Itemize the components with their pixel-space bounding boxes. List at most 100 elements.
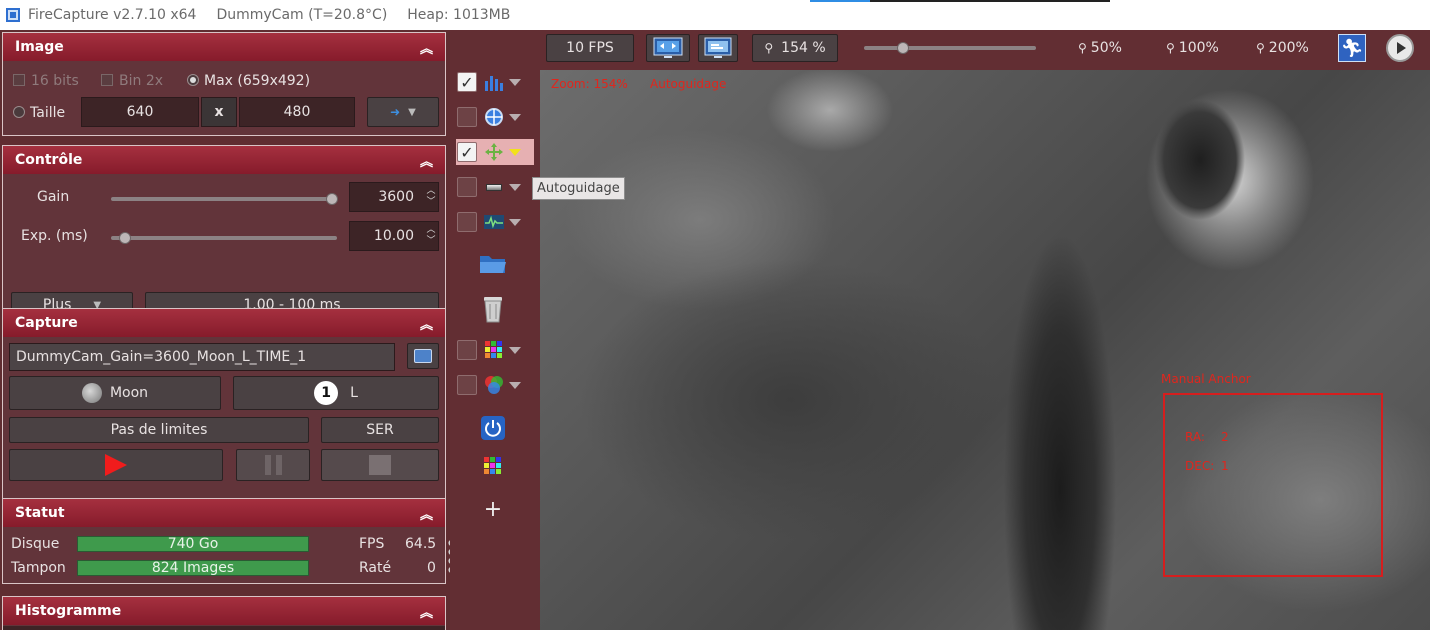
option-bin2x[interactable]: Bin 2x [101, 73, 163, 89]
chevron-down-icon[interactable] [509, 218, 521, 226]
zoom-slider[interactable] [864, 46, 1036, 50]
object-button[interactable]: Moon [9, 376, 221, 410]
title-bar: FireCapture v2.7.10 x64 DummyCam (T=20.8… [0, 0, 1430, 30]
tool-histogram[interactable]: ✓ [456, 69, 534, 95]
collapse-icon[interactable]: ︽ [420, 504, 433, 523]
exposure-slider-handle[interactable] [118, 232, 131, 244]
anchor-box[interactable]: RA: 2 DEC: 1 [1163, 393, 1383, 577]
fps-button[interactable]: 10 FPS [546, 34, 634, 62]
missed-value: 0 [427, 560, 436, 576]
stop-icon [369, 455, 391, 475]
filter-button[interactable]: 1 L [233, 376, 439, 410]
width-field[interactable]: 640 [81, 97, 199, 127]
tool-target[interactable] [456, 104, 534, 130]
magnifier-icon: ⚲ [1078, 41, 1087, 55]
tool-colorgrid-checkbox[interactable] [457, 340, 477, 360]
plus-icon[interactable]: + [478, 494, 508, 524]
format-button[interactable]: SER [321, 417, 439, 443]
tool-darkframe[interactable] [456, 174, 534, 200]
gain-slider-handle[interactable] [326, 193, 339, 205]
monitor-settings-button[interactable] [698, 34, 738, 62]
camera-settings-button[interactable] [407, 343, 439, 369]
fit-screen-button[interactable] [646, 34, 690, 62]
collapse-icon[interactable]: ︽ [420, 314, 433, 333]
limits-button[interactable]: Pas de limites [9, 417, 309, 443]
histogram-panel-header[interactable]: Histogramme ︽ [3, 597, 445, 625]
buffer-progress: 824 Images [77, 560, 309, 576]
tool-autoguide[interactable]: ✓ [456, 139, 534, 165]
height-field[interactable]: 480 [239, 97, 355, 127]
checkbox-icon[interactable] [13, 74, 25, 86]
chevron-down-icon[interactable] [509, 346, 521, 354]
image-panel-header[interactable]: Image ︽ [3, 33, 445, 61]
tool-autoguide-checkbox[interactable]: ✓ [457, 142, 477, 162]
tool-rgb[interactable] [456, 372, 534, 398]
chevron-down-icon[interactable] [509, 183, 521, 191]
collapse-icon[interactable]: ︽ [420, 602, 433, 621]
radio-icon[interactable] [187, 74, 199, 86]
app-title: FireCapture v2.7.10 x64 [28, 7, 197, 23]
spinner-arrows-icon[interactable]: ︿ ﹀ [424, 222, 438, 250]
stopwatch-play-icon[interactable] [1386, 34, 1414, 62]
histogram-panel-title: Histogramme [15, 603, 122, 619]
checkbox-icon[interactable] [101, 74, 113, 86]
capture-panel-title: Capture [15, 315, 78, 331]
monitor-fit-icon [653, 37, 683, 58]
play-icon [105, 454, 127, 476]
controle-panel-header[interactable]: Contrôle ︽ [3, 146, 445, 174]
tool-darkframe-checkbox[interactable] [457, 177, 477, 197]
tool-colorgrid[interactable] [456, 337, 534, 363]
stop-button[interactable] [321, 449, 439, 481]
start-capture-button[interactable] [9, 449, 223, 481]
option-taille[interactable]: Taille [13, 105, 65, 121]
apply-size-button[interactable]: ➜ ▼ [367, 97, 439, 127]
power-icon[interactable] [478, 413, 508, 443]
tool-target-checkbox[interactable] [457, 107, 477, 127]
chevron-down-icon[interactable] [509, 148, 521, 156]
camera-icon [414, 349, 432, 363]
missed-label: Raté [359, 560, 392, 576]
radio-icon[interactable] [13, 106, 25, 118]
heap-info: Heap: 1013MB [407, 7, 511, 23]
color-grid-small-icon[interactable] [478, 451, 508, 481]
fps-value: 64.5 [405, 536, 437, 552]
option-16bits[interactable]: 16 bits [13, 73, 79, 89]
zoom-slider-handle[interactable] [897, 42, 909, 54]
exposure-value: 10.00 [373, 228, 414, 244]
pause-button[interactable] [236, 449, 310, 481]
spinner-arrows-icon[interactable]: ︿ ﹀ [424, 183, 438, 211]
dec-value: 1 [1221, 459, 1229, 473]
statut-panel-header[interactable]: Statut ︽ [3, 499, 445, 527]
zoom-100-button[interactable]: ⚲ 100% [1166, 40, 1219, 56]
chevron-down-icon[interactable] [509, 113, 521, 121]
zoom-200-button[interactable]: ⚲ 200% [1256, 40, 1309, 56]
chevron-down-icon[interactable] [509, 78, 521, 86]
zoom-info: Zoom: 154% [551, 77, 628, 91]
gain-slider[interactable] [111, 197, 337, 201]
image-viewer[interactable]: Zoom: 154% Autoguidage Manual Anchor RA:… [540, 70, 1430, 630]
filename-field[interactable]: DummyCam_Gain=3600_Moon_L_TIME_1 [9, 343, 395, 371]
folder-icon[interactable] [478, 248, 508, 278]
top-toolbar: 10 FPS ⚲ 154 % ⚲ 50% ⚲ 100% ⚲ 200% 🏃︎ [540, 30, 1430, 70]
tool-rgb-checkbox[interactable] [457, 375, 477, 395]
collapse-icon[interactable]: ︽ [420, 151, 433, 170]
window-accent-bar [810, 0, 870, 2]
tool-histogram-checkbox[interactable]: ✓ [457, 72, 477, 92]
chevron-down-icon[interactable] [509, 381, 521, 389]
gain-input[interactable]: 3600 ︿ ﹀ [349, 182, 439, 212]
disk-progress: 740 Go [77, 536, 309, 552]
runner-icon[interactable]: 🏃︎ [1338, 34, 1366, 62]
capture-panel-header[interactable]: Capture ︽ [3, 309, 445, 337]
ra-value: 2 [1221, 430, 1229, 444]
tool-waveform-checkbox[interactable] [457, 212, 477, 232]
zoom-50-button[interactable]: ⚲ 50% [1078, 40, 1122, 56]
collapse-icon[interactable]: ︽ [420, 38, 433, 57]
exposure-slider[interactable] [111, 236, 337, 240]
gain-value: 3600 [378, 189, 414, 205]
option-max[interactable]: Max (659x492) [187, 73, 310, 89]
tool-waveform[interactable] [456, 209, 534, 235]
option-bin2x-label: Bin 2x [119, 73, 164, 89]
trash-icon[interactable] [478, 293, 508, 323]
zoom-button[interactable]: ⚲ 154 % [752, 34, 838, 62]
exposure-input[interactable]: 10.00 ︿ ﹀ [349, 221, 439, 251]
